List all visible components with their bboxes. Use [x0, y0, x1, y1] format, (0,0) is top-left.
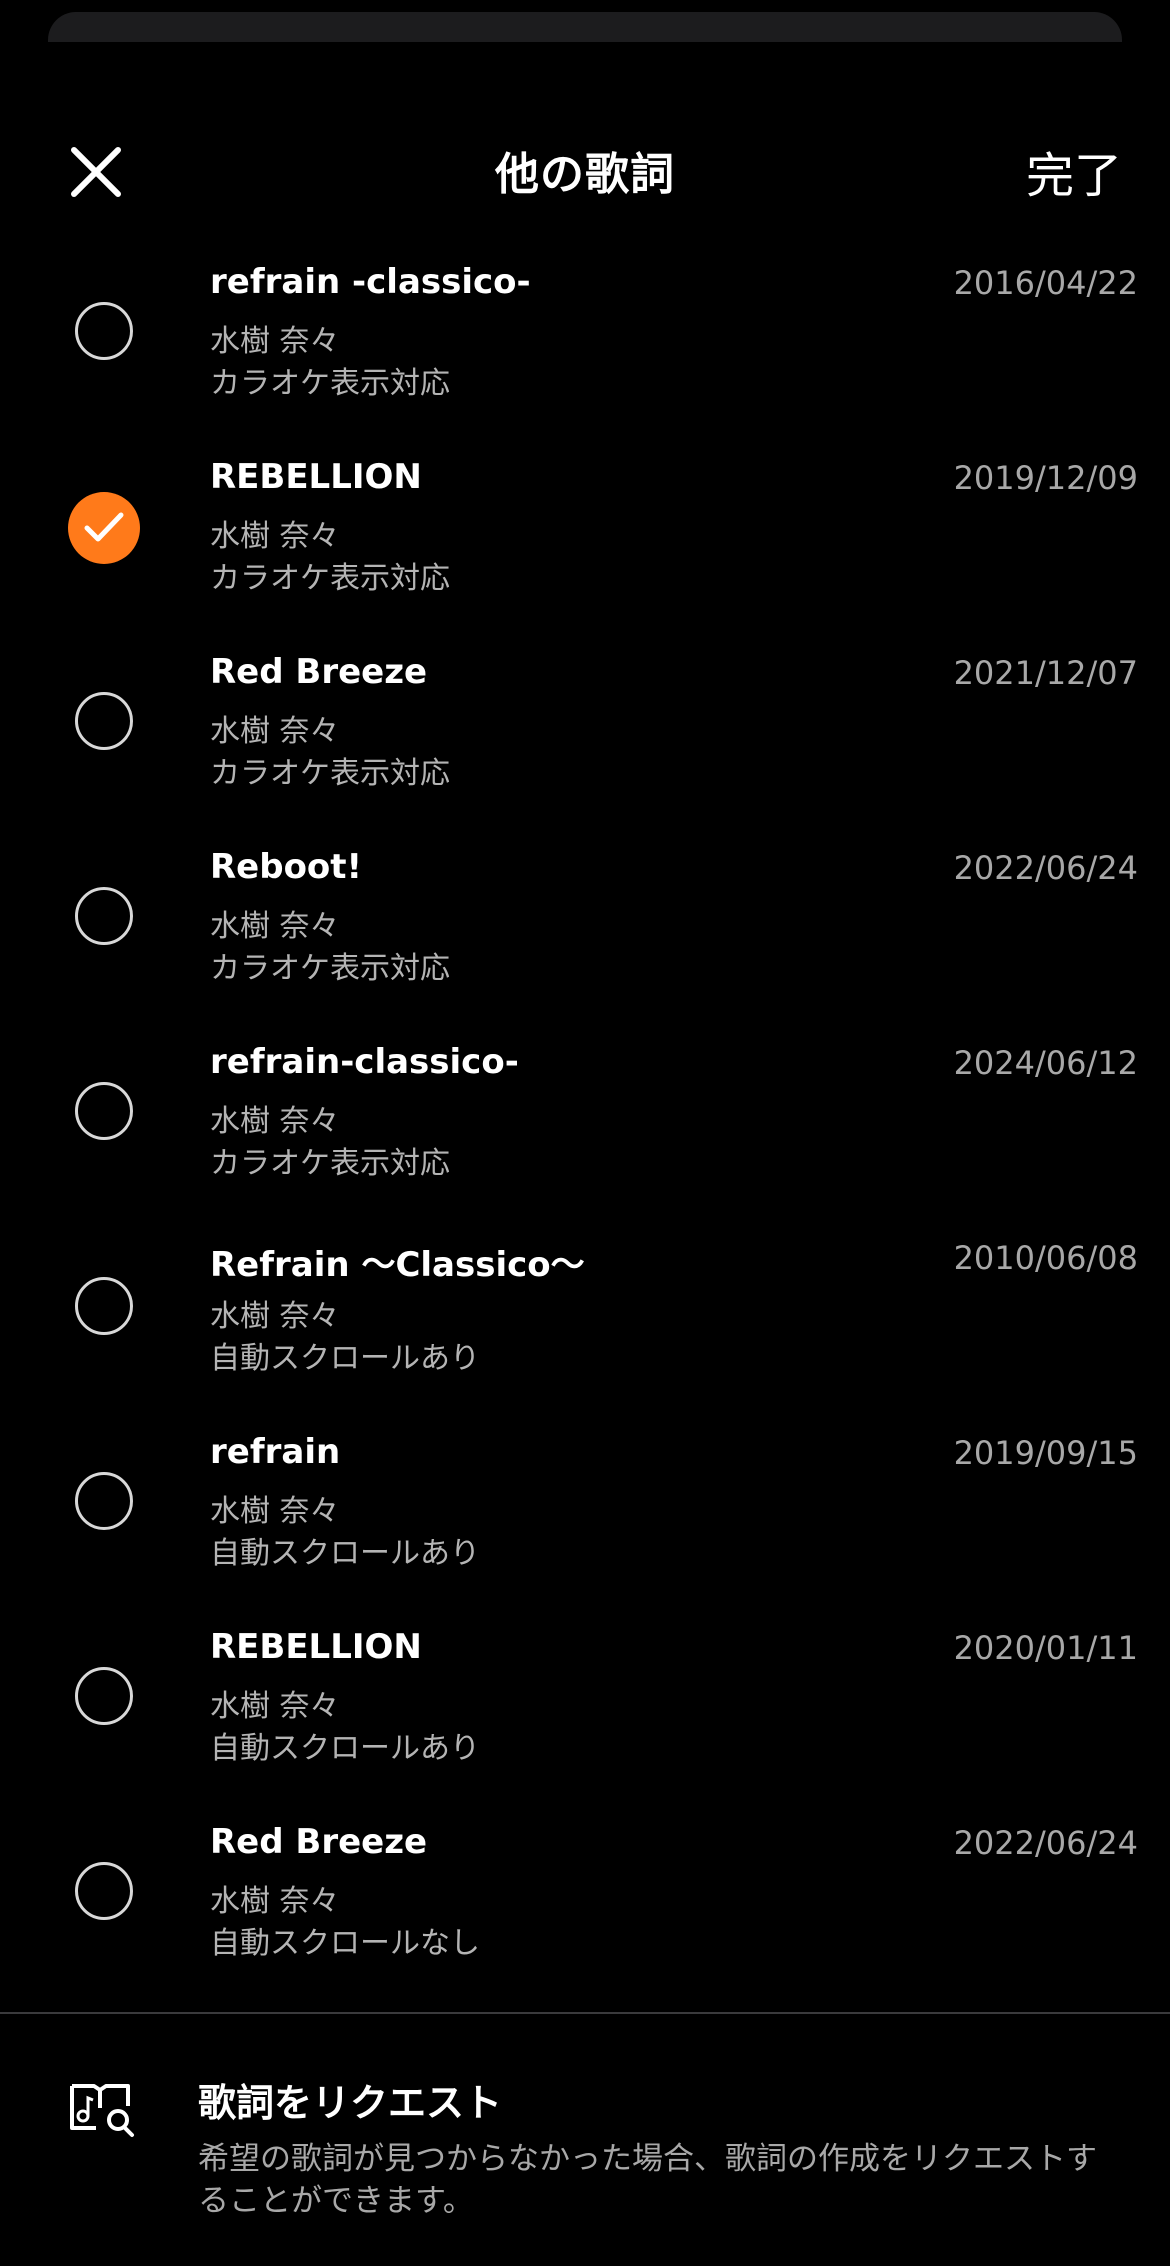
- radio-unchecked-icon[interactable]: [75, 1277, 133, 1335]
- artist-name: 水樹 奈々: [210, 714, 340, 749]
- request-lyrics-button[interactable]: 歌詞をリクエスト 希望の歌詞が見つからなかった場合、歌詞の作成をリクエストするこ…: [0, 2014, 1170, 2266]
- song-title: REBELLION: [210, 1627, 422, 1667]
- radio-unchecked-icon[interactable]: [75, 1667, 133, 1725]
- lyrics-feature: カラオケ表示対応: [210, 756, 450, 791]
- lyric-option-row[interactable]: Red Breeze 水樹 奈々カラオケ表示対応 2021/12/07: [0, 624, 1170, 819]
- header: 他の歌詞 完了: [0, 120, 1170, 216]
- artist-name: 水樹 奈々: [210, 1884, 340, 1919]
- radio-unchecked-icon[interactable]: [75, 1082, 133, 1140]
- lyrics-feature: カラオケ表示対応: [210, 561, 450, 596]
- lyrics-feature: カラオケ表示対応: [210, 1146, 450, 1181]
- radio-unchecked-icon[interactable]: [75, 1862, 133, 1920]
- artist-name: 水樹 奈々: [210, 1494, 340, 1529]
- lyric-option-row[interactable]: refrain-classico- 水樹 奈々カラオケ表示対応 2024/06/12: [0, 1014, 1170, 1209]
- radio-checked-icon[interactable]: [68, 492, 140, 564]
- artist-name: 水樹 奈々: [210, 519, 340, 554]
- artist-name: 水樹 奈々: [210, 324, 340, 359]
- lyrics-feature: 自動スクロールあり: [210, 1731, 480, 1766]
- lyrics-list: refrain -classico- 水樹 奈々 カラオケ表示対応 2016/04/2…: [0, 234, 1170, 1989]
- radio-unchecked-icon[interactable]: [75, 302, 133, 360]
- lyric-option-row[interactable]: Red Breeze 水樹 奈々自動スクロールなし 2022/06/24: [0, 1794, 1170, 1989]
- release-date: 2022/06/24: [953, 1824, 1138, 1862]
- radio-unchecked-icon[interactable]: [75, 887, 133, 945]
- lyrics-feature: カラオケ表示対応: [210, 366, 450, 401]
- release-date: 2019/09/15: [953, 1434, 1138, 1472]
- song-title: Reboot!: [210, 847, 363, 887]
- lyrics-search-icon: [70, 2084, 134, 2137]
- song-title: Refrain 〜Classico〜: [210, 1245, 585, 1285]
- lyrics-feature: 自動スクロールあり: [210, 1536, 480, 1571]
- song-title: refrain -classico-: [210, 262, 531, 302]
- artist-name: 水樹 奈々: [210, 909, 340, 944]
- lyric-option-row[interactable]: Reboot! 水樹 奈々カラオケ表示対応 2022/06/24: [0, 819, 1170, 1014]
- done-button[interactable]: 完了: [1026, 136, 1122, 206]
- song-title: Red Breeze: [210, 1822, 428, 1862]
- release-date: 2021/12/07: [953, 654, 1138, 692]
- lyrics-feature: 自動スクロールなし: [210, 1926, 480, 1961]
- artist-name: 水樹 奈々: [210, 1689, 340, 1724]
- radio-unchecked-icon[interactable]: [75, 692, 133, 750]
- song-title: REBELLION: [210, 457, 422, 497]
- artist-name: 水樹 奈々: [210, 1299, 340, 1334]
- release-date: 2010/06/08: [953, 1239, 1138, 1277]
- lyric-option-row[interactable]: refrain 水樹 奈々自動スクロールあり 2019/09/15: [0, 1404, 1170, 1599]
- request-description: 希望の歌詞が見つからなかった場合、歌詞の作成をリクエストすることができます。: [198, 2141, 1097, 2219]
- song-title: refrain-classico-: [210, 1042, 519, 1082]
- release-date: 2020/01/11: [953, 1629, 1138, 1667]
- artist-name: 水樹 奈々: [210, 1104, 340, 1139]
- lyric-option-row[interactable]: refrain -classico- 水樹 奈々カラオケ表示対応 2016/04/2…: [0, 234, 1170, 429]
- sheet-top-edge: [48, 12, 1122, 42]
- song-title: Red Breeze: [210, 652, 428, 692]
- release-date: 2019/12/09: [953, 459, 1138, 497]
- checkmark-icon: [84, 512, 124, 542]
- lyrics-feature: カラオケ表示対応: [210, 951, 450, 986]
- lyrics-feature: 自動スクロールあり: [210, 1341, 480, 1376]
- lyric-option-row[interactable]: REBELLION 水樹 奈々カラオケ表示対応 2019/12/09: [0, 429, 1170, 624]
- song-title: refrain: [210, 1432, 341, 1472]
- lyric-option-row[interactable]: REBELLION 水樹 奈々自動スクロールあり 2020/01/11: [0, 1599, 1170, 1794]
- request-title: 歌詞をリクエスト: [198, 2081, 503, 2125]
- page-title: 他の歌詞: [495, 149, 675, 200]
- lyric-option-row[interactable]: Refrain 〜Classico〜水樹 奈々自動スクロールあり 2010/06/…: [0, 1209, 1170, 1404]
- release-date: 2024/06/12: [953, 1044, 1138, 1082]
- radio-unchecked-icon[interactable]: [75, 1472, 133, 1530]
- release-date: 2022/06/24: [953, 849, 1138, 887]
- release-date: 2016/04/22: [953, 264, 1138, 302]
